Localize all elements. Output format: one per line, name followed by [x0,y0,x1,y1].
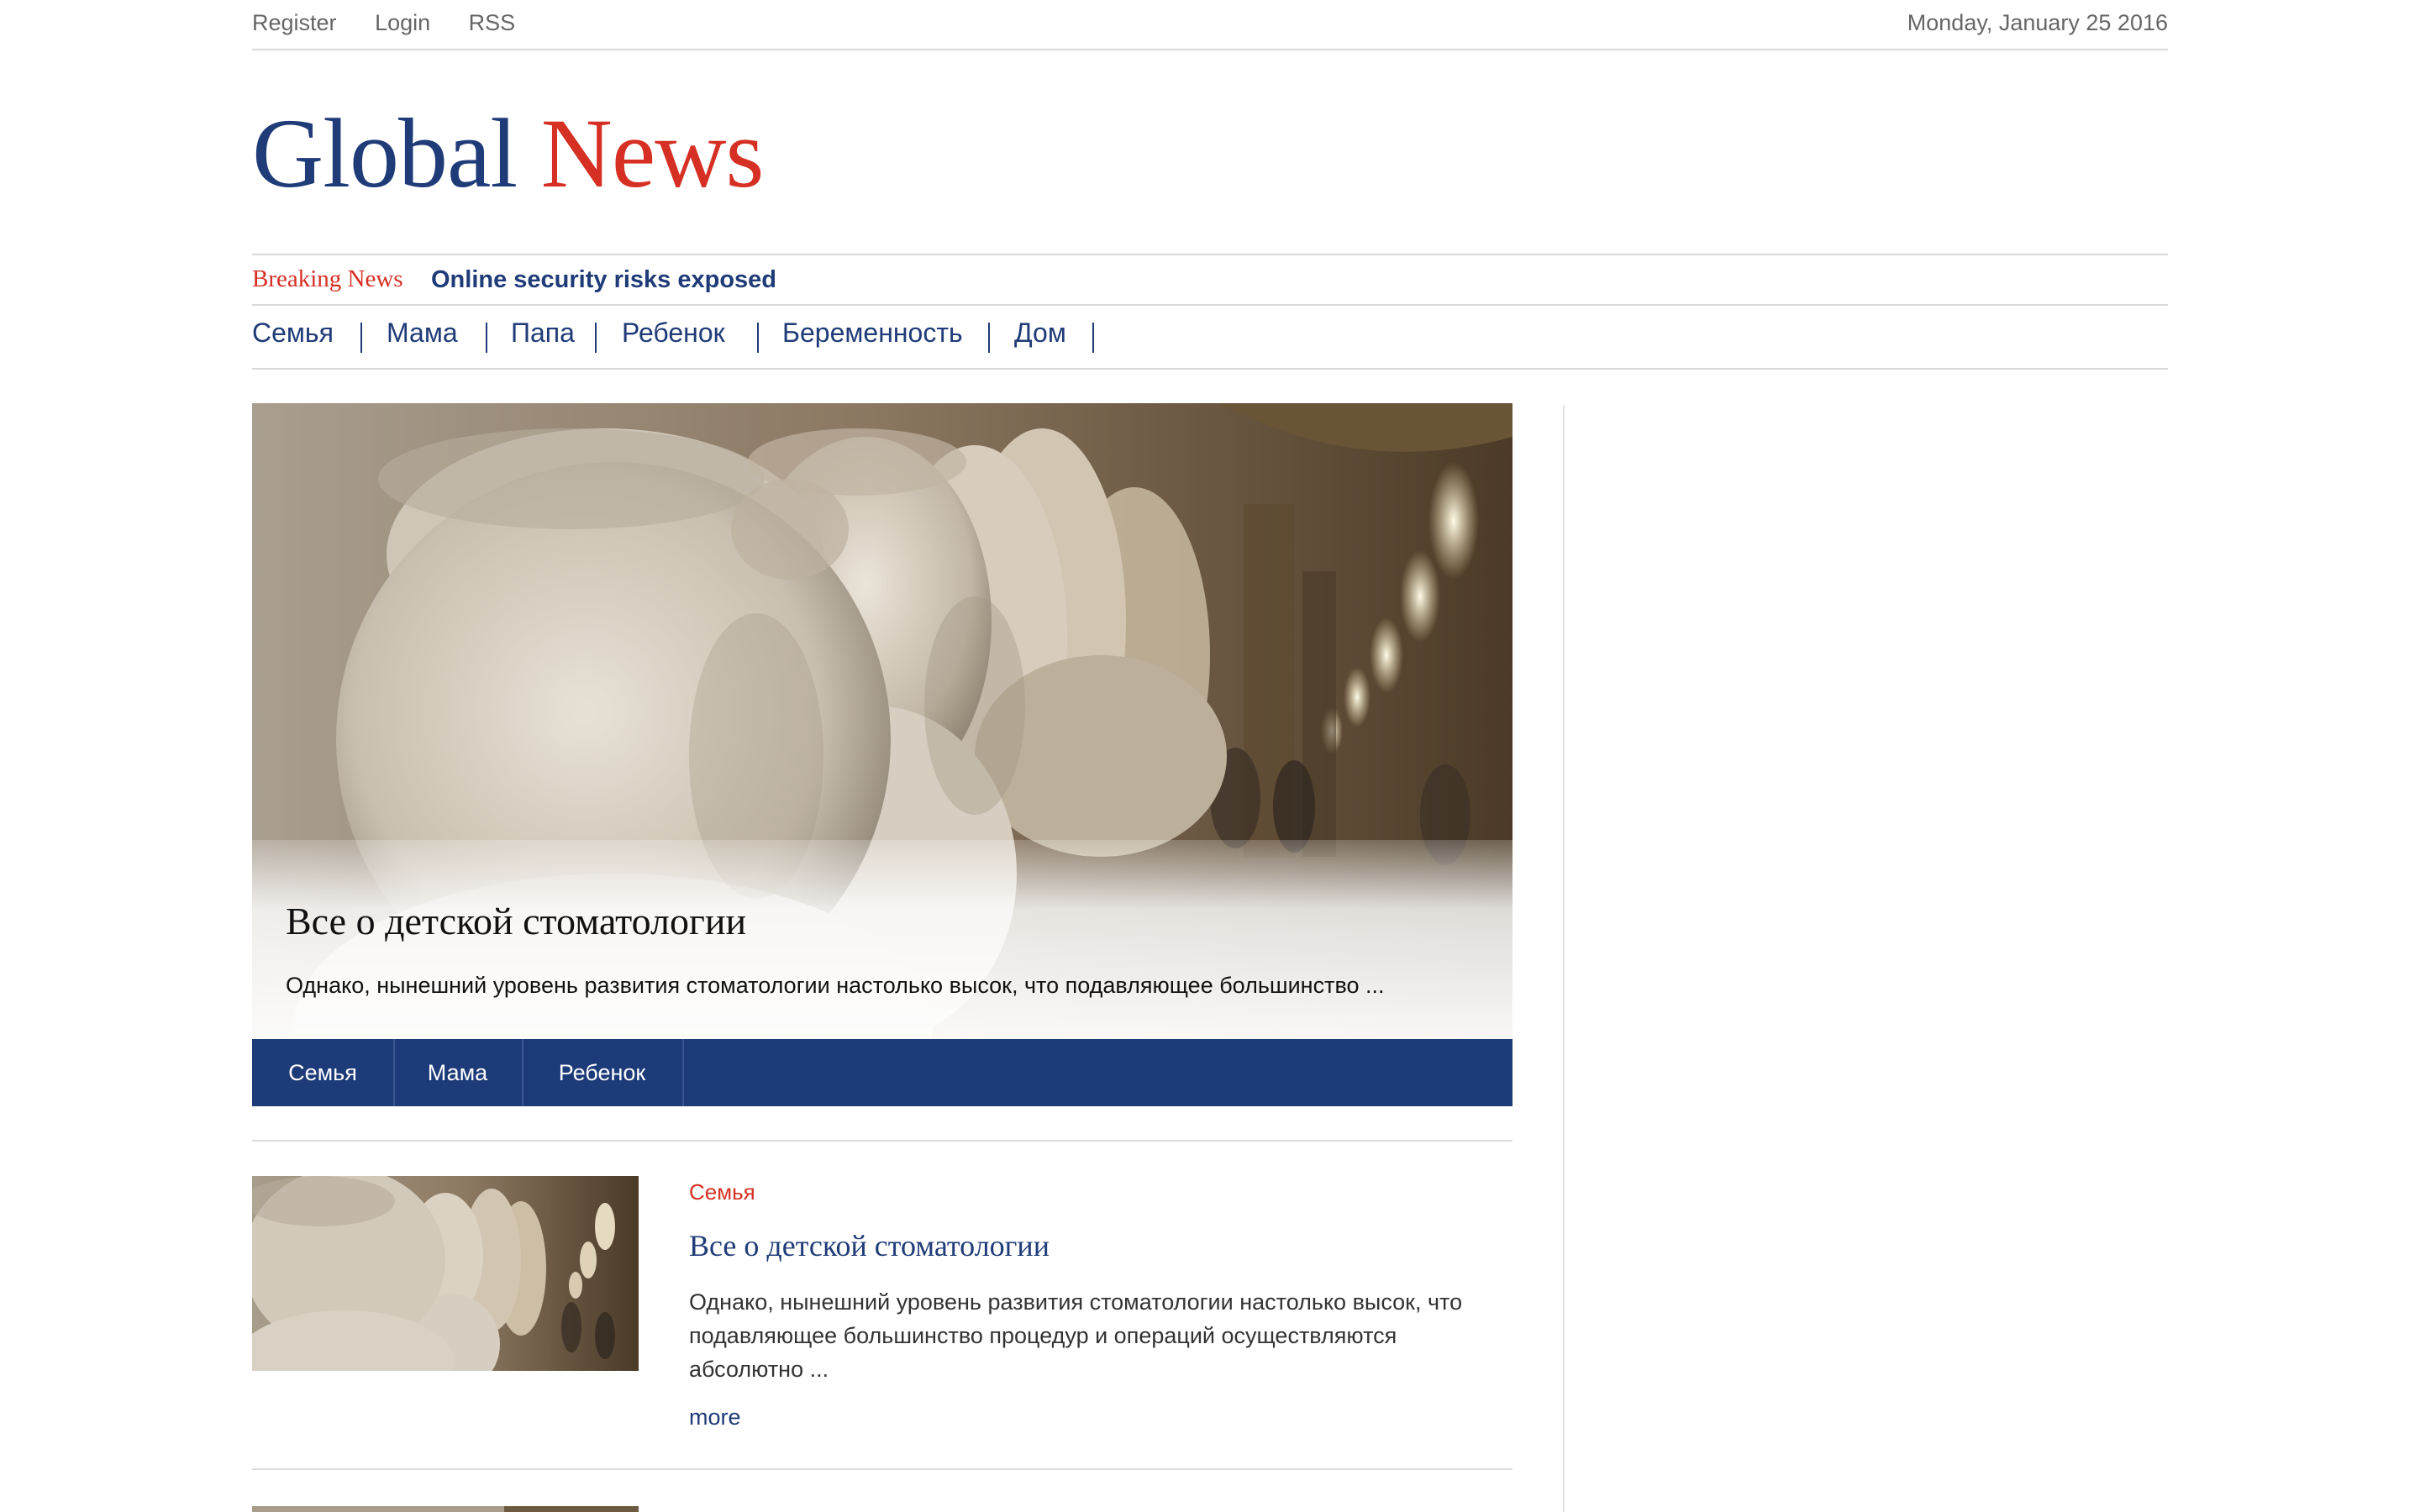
nav-separator [486,323,487,353]
nav-separator [757,323,759,353]
nav-item-papa[interactable]: Папа [511,318,575,349]
nav-item-semya[interactable]: Семья [252,318,334,349]
divider [252,1468,1512,1470]
breaking-news-bar: Breaking News Online security risks expo… [252,254,2168,306]
rss-link[interactable]: RSS [469,10,516,36]
article-list-item: Семья Все о детской стоматологии Однако,… [252,1176,1512,1445]
breaking-news-headline[interactable]: Online security risks exposed [431,266,776,294]
featured-tag-bar: Семья Мама Ребенок [252,1039,1512,1106]
nav-separator [595,323,597,353]
article-title[interactable]: Все о детской стоматологии [689,1228,1050,1263]
main-navigation: Семья Мама Папа Ребенок Беременность Дом [252,304,2168,370]
nav-item-beremennost[interactable]: Беременность [782,318,963,349]
logo-word-news: News [540,98,765,208]
logo-word-global: Global [252,98,518,208]
tag-mama[interactable]: Мама [393,1039,523,1106]
featured-excerpt: Однако, нынешний уровень развития стомат… [286,973,1385,998]
sidebar-divider [1563,405,1565,1512]
nav-item-mama[interactable]: Мама [387,318,458,349]
next-article-thumbnail-image [252,1506,639,1512]
featured-title[interactable]: Все о детской стоматологии [286,899,746,943]
current-date: Monday, January 25 2016 [1907,10,2168,35]
article-thumbnail-image [252,1176,639,1371]
tag-rebenok[interactable]: Ребенок [522,1039,684,1106]
read-more-link[interactable]: more [689,1404,741,1431]
account-links: Register Login RSS [252,10,547,36]
register-link[interactable]: Register [252,10,337,36]
login-link[interactable]: Login [375,10,430,36]
article-excerpt: Однако, нынешний уровень развития стомат… [689,1289,1463,1382]
article-thumbnail[interactable] [252,1176,639,1371]
nav-item-dom[interactable]: Дом [1014,318,1066,349]
site-logo[interactable]: Global News [252,98,765,208]
nav-separator [988,323,990,353]
article-category[interactable]: Семья [689,1179,755,1205]
content-wrapper: Register Login RSS Monday, January 25 20… [252,0,2168,1512]
next-article-thumbnail[interactable] [252,1504,639,1512]
featured-article[interactable]: Все о детской стоматологии Однако, нынеш… [252,403,1512,1039]
nav-separator [1092,323,1094,353]
breaking-news-label: Breaking News [252,265,403,292]
top-bar: Register Login RSS Monday, January 25 20… [252,0,2168,50]
tag-semya[interactable]: Семья [252,1039,395,1106]
page: Register Login RSS Monday, January 25 20… [0,0,2420,1512]
nav-separator [360,323,362,353]
divider [252,1140,1512,1142]
nav-item-rebenok[interactable]: Ребенок [622,318,725,349]
